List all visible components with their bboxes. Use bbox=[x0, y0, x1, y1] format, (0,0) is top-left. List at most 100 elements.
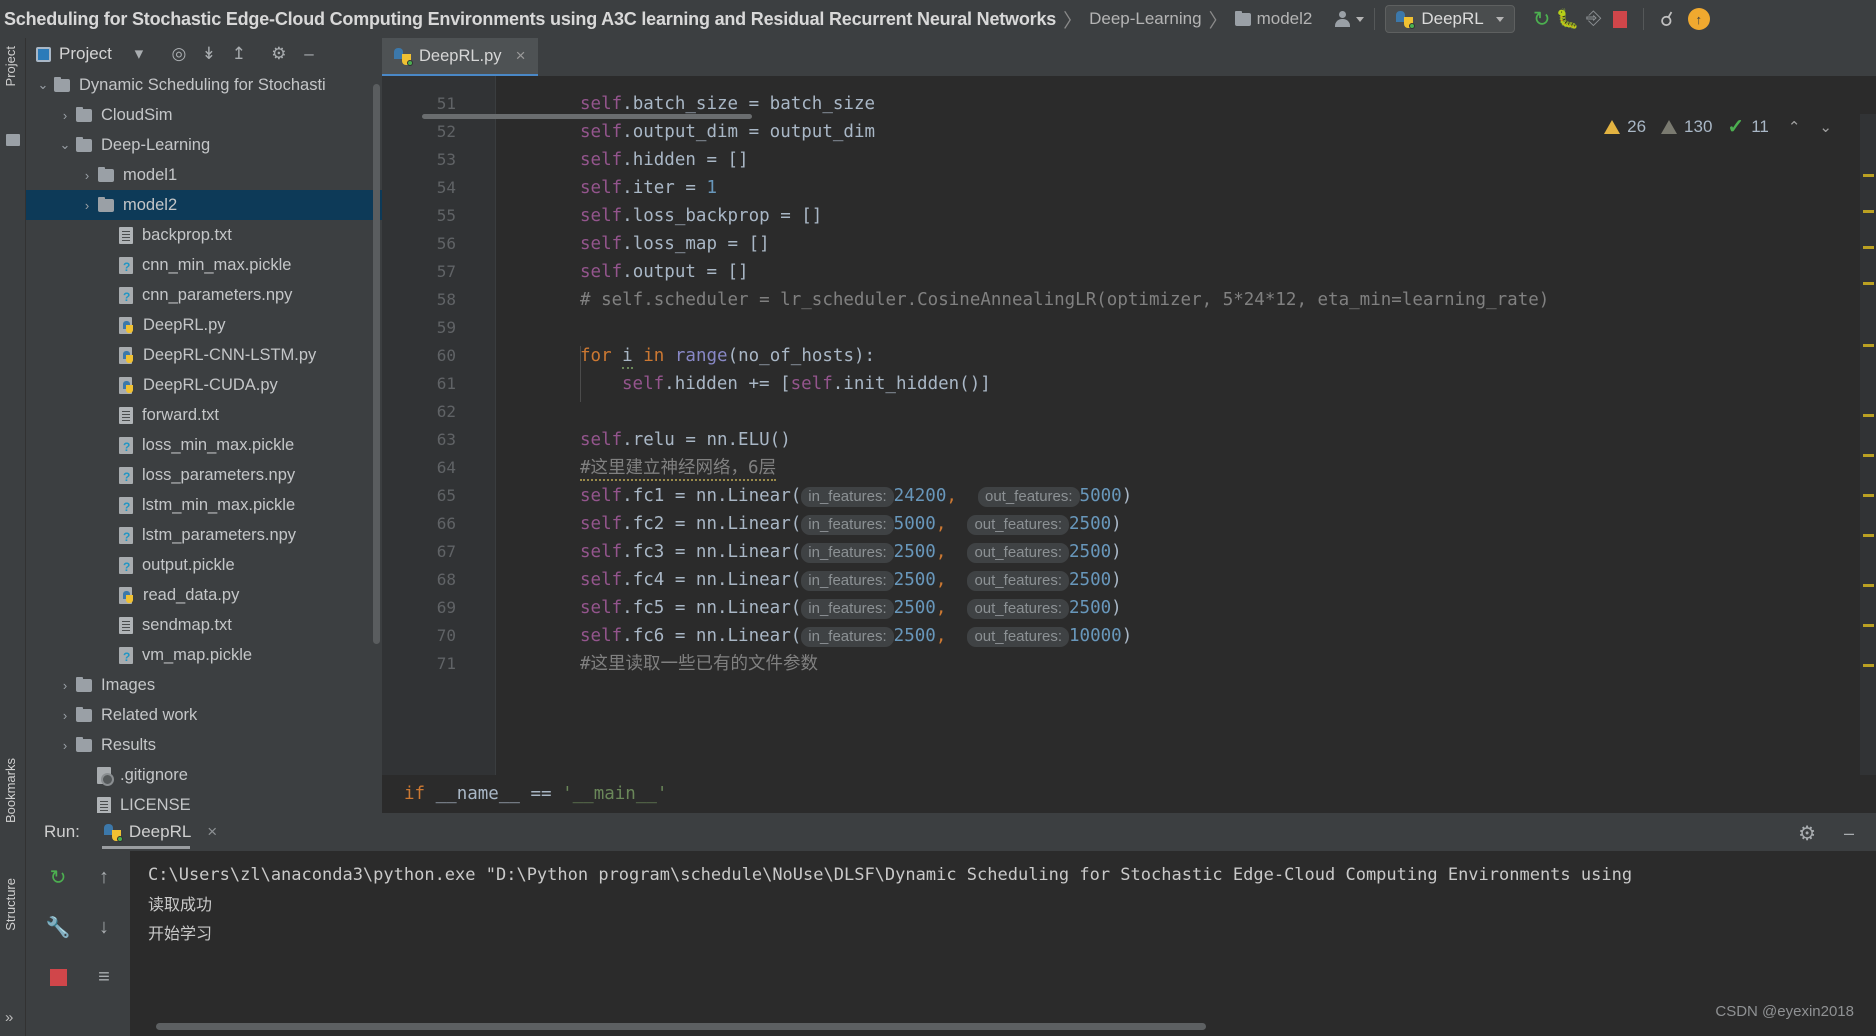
tree-item[interactable]: output.pickle bbox=[26, 550, 382, 580]
tree-item[interactable]: lstm_min_max.pickle bbox=[26, 490, 382, 520]
code-line[interactable]: self.loss_backprop = [] bbox=[580, 202, 822, 230]
console-output[interactable]: C:\Users\zl\anaconda3\python.exe "D:\Pyt… bbox=[130, 851, 1876, 1036]
breadcrumb-item-model2[interactable]: model2 bbox=[1234, 9, 1312, 29]
chevron-down-icon[interactable]: ⌄ bbox=[1819, 118, 1832, 136]
error-stripe-gutter[interactable] bbox=[1860, 114, 1876, 813]
tree-item[interactable]: loss_min_max.pickle bbox=[26, 430, 382, 460]
code-line[interactable]: #这里建立神经网络，6层 bbox=[580, 454, 777, 482]
code-line[interactable]: self.iter = 1 bbox=[580, 174, 717, 202]
chevron-right-icon[interactable]: › bbox=[58, 708, 72, 723]
locate-icon[interactable]: ◎ bbox=[164, 40, 194, 68]
line-number: 68 bbox=[436, 570, 456, 589]
run-tab-deeprl[interactable]: DeepRL × bbox=[94, 815, 227, 849]
tree-item[interactable]: .gitignore bbox=[26, 760, 382, 790]
minimize-icon[interactable]: – bbox=[1844, 823, 1854, 844]
close-icon[interactable]: × bbox=[516, 46, 526, 66]
tree-item[interactable]: › model1 bbox=[26, 160, 382, 190]
debug-icon[interactable]: 🐛 bbox=[1555, 6, 1581, 32]
tree-item[interactable]: cnn_min_max.pickle bbox=[26, 250, 382, 280]
tree-item[interactable]: loss_parameters.npy bbox=[26, 460, 382, 490]
expand-stripe-icon[interactable]: » bbox=[5, 1009, 13, 1026]
update-icon[interactable]: ↑ bbox=[1687, 8, 1710, 30]
run-configuration-selector[interactable]: DeepRL bbox=[1385, 5, 1515, 33]
tree-item[interactable]: forward.txt bbox=[26, 400, 382, 430]
expand-all-icon[interactable]: ↡ bbox=[194, 40, 224, 68]
tree-item[interactable]: DeepRL.py bbox=[26, 310, 382, 340]
console-horizontal-scrollbar[interactable] bbox=[156, 1023, 1206, 1030]
search-icon[interactable]: ☌ bbox=[1654, 6, 1680, 32]
user-menu-button[interactable] bbox=[1334, 10, 1365, 28]
tree-item[interactable]: backprop.txt bbox=[26, 220, 382, 250]
code-line[interactable]: for i in range(no_of_hosts): bbox=[580, 342, 875, 370]
code-line[interactable]: self.hidden = [] bbox=[580, 146, 749, 174]
tree-item[interactable]: read_data.py bbox=[26, 580, 382, 610]
sidebar-item-bookmarks[interactable]: Bookmarks bbox=[3, 758, 18, 823]
down-arrow-icon[interactable]: ↓ bbox=[78, 907, 130, 947]
tree-item[interactable]: › CloudSim bbox=[26, 100, 382, 130]
tree-item[interactable]: cnn_parameters.npy bbox=[26, 280, 382, 310]
tree-item[interactable]: sendmap.txt bbox=[26, 610, 382, 640]
chevron-right-icon[interactable]: › bbox=[80, 198, 94, 213]
chevron-down-icon[interactable]: ⌄ bbox=[58, 137, 72, 153]
settings-icon[interactable]: ⚙ bbox=[1798, 821, 1816, 846]
chevron-right-icon[interactable]: › bbox=[58, 108, 72, 123]
tree-item[interactable]: lstm_parameters.npy bbox=[26, 520, 382, 550]
tree-item[interactable]: ⌄ Deep-Learning bbox=[26, 130, 382, 160]
code-line[interactable]: self.relu = nn.ELU() bbox=[580, 426, 791, 454]
chevron-down-icon[interactable]: ▾ bbox=[124, 40, 154, 68]
code-canvas[interactable]: 51 self.batch_size = batch_size 52 self.out… bbox=[382, 76, 1876, 813]
wrench-icon[interactable]: 🔧 bbox=[32, 907, 84, 947]
tree-item[interactable]: LICENSE bbox=[26, 790, 382, 813]
chevron-up-icon[interactable]: ⌃ bbox=[1788, 118, 1801, 136]
up-arrow-icon[interactable]: ↑ bbox=[78, 857, 130, 897]
tree-item[interactable]: › Related work bbox=[26, 700, 382, 730]
project-scrollbar[interactable] bbox=[373, 84, 380, 644]
code-line[interactable]: self.output = [] bbox=[580, 258, 749, 286]
tree-item[interactable]: ⌄ Dynamic Scheduling for Stochasti bbox=[26, 70, 382, 100]
tree-item[interactable]: › Images bbox=[26, 670, 382, 700]
soft-wrap-icon[interactable]: ≡ bbox=[78, 957, 130, 997]
code-line[interactable]: self.fc2 = nn.Linear(in_features: 5000, o… bbox=[580, 510, 1122, 539]
code-line[interactable]: self.batch_size = batch_size bbox=[580, 90, 875, 118]
tree-item[interactable]: › Results bbox=[26, 730, 382, 760]
code-line[interactable]: self.fc6 = nn.Linear(in_features: 2500, o… bbox=[580, 622, 1132, 651]
code-line[interactable]: self.fc5 = nn.Linear(in_features: 2500, o… bbox=[580, 594, 1122, 623]
settings-icon[interactable]: ⚙ bbox=[264, 40, 294, 68]
code-line[interactable]: self.hidden += [self.init_hidden()] bbox=[622, 370, 991, 398]
code-line[interactable]: self.output_dim = output_dim bbox=[580, 118, 875, 146]
tree-item[interactable]: › model2 bbox=[26, 190, 382, 220]
code-token: in bbox=[643, 346, 665, 366]
stop-icon[interactable] bbox=[32, 957, 84, 997]
code-line[interactable]: self.fc3 = nn.Linear(in_features: 2500, o… bbox=[580, 538, 1122, 567]
breadcrumb-separator-2: 〉 bbox=[1208, 10, 1228, 32]
pycharm-window: Scheduling for Stochastic Edge-Cloud Com… bbox=[0, 0, 1876, 1036]
tab-deeprl-py[interactable]: DeepRL.py × bbox=[382, 38, 538, 76]
sidebar-item-structure[interactable]: Structure bbox=[3, 878, 18, 931]
inspection-widget[interactable]: 26 130 ✓ 11 ⌃ ⌄ bbox=[1604, 114, 1832, 139]
code-line[interactable]: # self.scheduler = lr_scheduler.CosineAn… bbox=[580, 286, 1549, 314]
tree-item[interactable]: vm_map.pickle bbox=[26, 640, 382, 670]
chevron-down-icon[interactable]: ⌄ bbox=[36, 77, 50, 93]
tree-item[interactable]: DeepRL-CUDA.py bbox=[26, 370, 382, 400]
breadcrumb-item-deep-learning[interactable]: Deep-Learning bbox=[1089, 9, 1201, 29]
hide-icon[interactable]: – bbox=[294, 40, 324, 68]
chevron-right-icon[interactable]: › bbox=[58, 738, 72, 753]
coverage-icon[interactable]: ⎆ bbox=[1581, 6, 1607, 32]
run-icon[interactable]: ↻ bbox=[1529, 6, 1555, 32]
project-tree[interactable]: ⌄ Dynamic Scheduling for Stochasti › CloudS… bbox=[26, 70, 382, 813]
code-line[interactable]: self.fc4 = nn.Linear(in_features: 2500, o… bbox=[580, 566, 1122, 595]
code-line[interactable]: self.loss_map = [] bbox=[580, 230, 770, 258]
rerun-icon[interactable]: ↻ bbox=[32, 857, 84, 897]
chevron-right-icon[interactable]: › bbox=[58, 678, 72, 693]
code-line[interactable]: self.fc1 = nn.Linear(in_features: 24200, … bbox=[580, 482, 1132, 511]
tree-item[interactable]: DeepRL-CNN-LSTM.py bbox=[26, 340, 382, 370]
collapse-all-icon[interactable]: ↥ bbox=[224, 40, 254, 68]
stop-icon[interactable] bbox=[1607, 6, 1633, 32]
sidebar-item-project[interactable]: Project bbox=[3, 46, 18, 86]
close-icon[interactable]: × bbox=[207, 822, 217, 842]
code-line[interactable]: #这里读取一些已有的文件参数 bbox=[580, 650, 818, 678]
project-view-icon[interactable] bbox=[36, 46, 51, 62]
chevron-right-icon[interactable]: › bbox=[80, 168, 94, 183]
folder-icon[interactable] bbox=[6, 134, 20, 146]
unknown-file-icon bbox=[119, 286, 133, 304]
